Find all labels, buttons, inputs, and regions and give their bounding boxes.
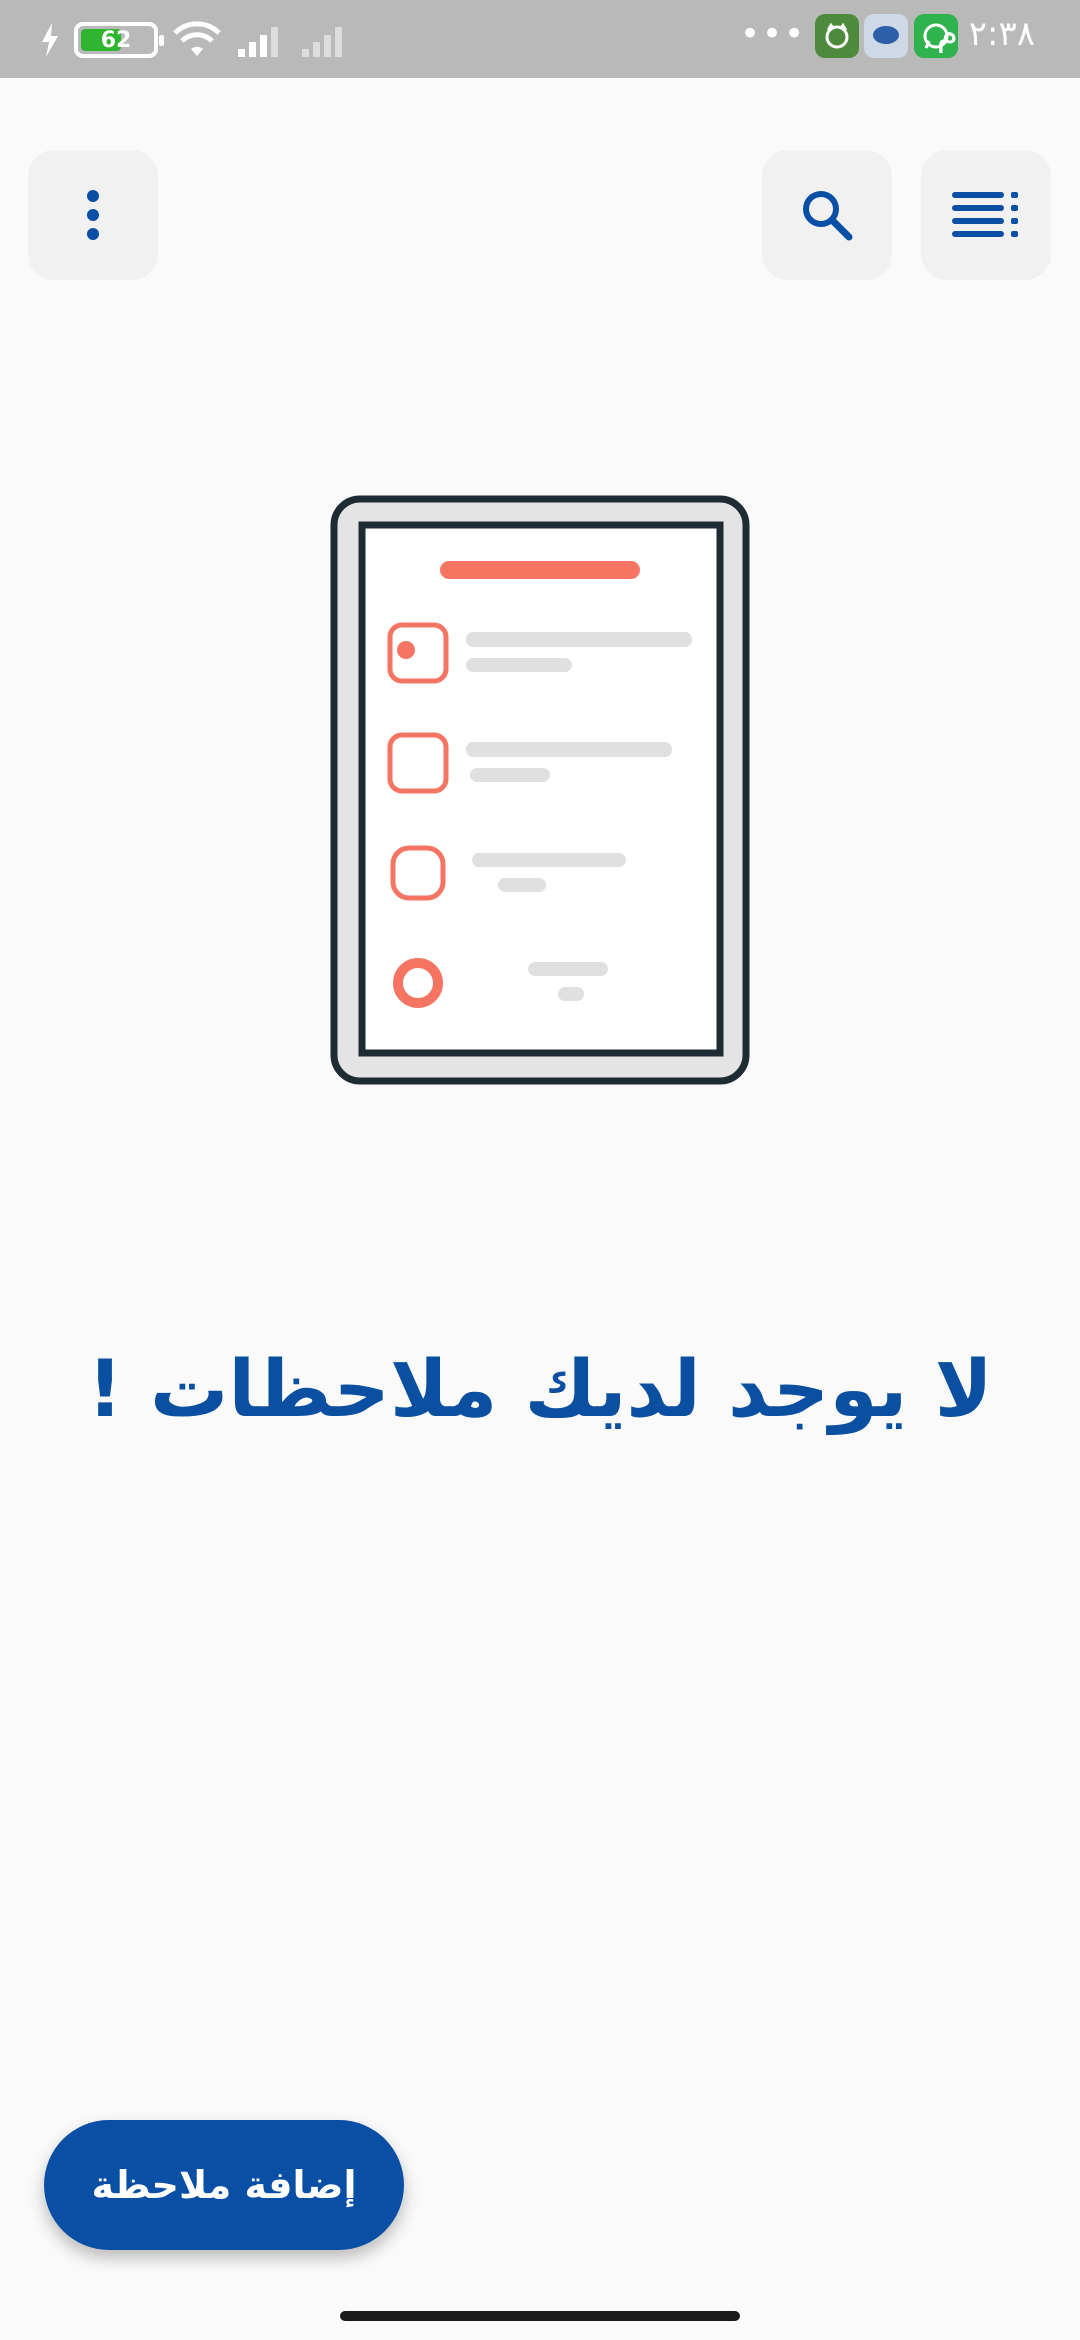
cat-app-icon bbox=[815, 14, 859, 58]
empty-notes-illustration bbox=[330, 495, 750, 1085]
list-sort-icon bbox=[952, 192, 1018, 237]
notification-overflow: ••• bbox=[740, 14, 807, 54]
empty-state-message: لا يوجد لديك ملاحظات ! bbox=[87, 1345, 993, 1435]
search-icon bbox=[803, 191, 853, 241]
signal-icon-2 bbox=[302, 27, 342, 57]
home-indicator[interactable] bbox=[340, 2311, 740, 2321]
battery-level: 62 bbox=[100, 27, 132, 53]
more-options-button[interactable] bbox=[28, 150, 158, 280]
signal-icon bbox=[238, 27, 278, 57]
list-view-button[interactable] bbox=[921, 150, 1051, 280]
status-bar: 62 ••• ٢:٣٨ م bbox=[0, 0, 1080, 78]
battery-indicator: 62 bbox=[74, 22, 164, 58]
search-button[interactable] bbox=[762, 150, 892, 280]
add-note-label: إضافة ملاحظة bbox=[91, 2163, 357, 2207]
wifi-icon bbox=[173, 21, 221, 56]
add-note-button[interactable]: إضافة ملاحظة bbox=[44, 2120, 404, 2250]
charging-icon bbox=[42, 23, 58, 57]
status-left-group: 62 bbox=[40, 20, 350, 60]
chat-app-icon bbox=[864, 14, 908, 58]
status-time: ٢:٣٨ م bbox=[936, 14, 1035, 54]
more-vertical-icon bbox=[87, 190, 99, 240]
